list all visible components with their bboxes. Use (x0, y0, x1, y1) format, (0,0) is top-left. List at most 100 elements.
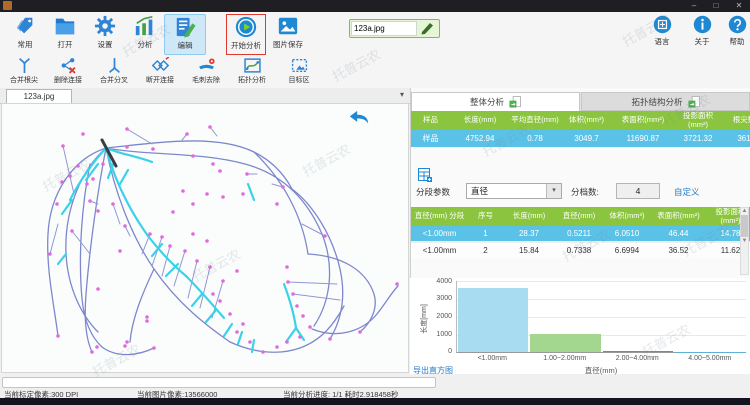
segment-row-selected[interactable]: <1.00mm1 28.370.5211 6.051046.44 14.78 (411, 226, 750, 242)
language-button[interactable]: 语言 (645, 14, 679, 53)
folder-icon (54, 15, 76, 37)
target-area-icon (291, 57, 308, 74)
rename-pencil-icon[interactable] (420, 21, 436, 34)
chart-bars (457, 281, 746, 352)
root-image-viewport[interactable] (1, 103, 409, 373)
language-icon (653, 15, 672, 34)
burr-removal-button[interactable]: 毛刺去除 (184, 56, 228, 87)
app-window: – □ ✕ 常用 打开 设置 分析 编辑 开始分析 (0, 0, 750, 405)
bar-2-4mm[interactable] (603, 351, 673, 352)
analysis-button[interactable]: 分析 (125, 14, 165, 53)
about-label: 关于 (695, 36, 710, 47)
bar-1-2mm[interactable] (530, 334, 600, 352)
topology-label: 拓扑分析 (238, 75, 266, 85)
gear-icon (94, 15, 116, 37)
segment-row[interactable]: <1.00mm2 15.840.7338 6.699436.52 11.62 (411, 242, 750, 258)
tab-dropdown-icon[interactable]: ▾ (400, 90, 404, 99)
segment-type-select[interactable]: 直径 ▾ (466, 183, 562, 199)
merge-root-tips-button[interactable]: 合并根尖 (2, 56, 46, 87)
segments-scrollbar[interactable]: ▲ ▼ (740, 207, 749, 275)
chevron-down-icon: ▾ (546, 184, 561, 198)
ytick: 4000 (422, 278, 452, 285)
open-button[interactable]: 打开 (45, 14, 85, 53)
segmentation-params: 分段参数 直径 ▾ 分档数: 自定义 (416, 186, 746, 204)
image-tab-bar: 123a.jpg ▾ (0, 88, 410, 104)
filename-input[interactable] (351, 21, 417, 36)
edit-tools-toolbar: 合并根尖 删除连接 合并分叉 断开连接 毛刺去除 拓扑分析 目标区 (0, 55, 750, 89)
help-label: 帮助 (730, 36, 745, 47)
segments-table: 直径(mm) 分段 序号 长度(mm) 直径(mm) 体积(mm³) 表面积(m… (411, 207, 750, 258)
params-label: 分段参数 (416, 187, 450, 197)
taskbar-strip (0, 398, 750, 405)
scroll-down-icon[interactable]: ▼ (742, 238, 748, 244)
common-button[interactable]: 常用 (5, 14, 45, 53)
scroll-up-icon[interactable]: ▲ (742, 208, 748, 214)
info-icon (693, 15, 712, 34)
scrollbar-thumb[interactable] (741, 215, 748, 237)
help-button[interactable]: 帮助 (722, 14, 750, 53)
root-trace-image (2, 104, 408, 372)
app-icon (3, 1, 12, 10)
settings-button[interactable]: 设置 (85, 14, 125, 53)
close-button[interactable]: ✕ (731, 0, 747, 11)
summary-header-row: 样品 长度(mm) 平均直径(mm) 体积(mm³) 表面积(mm²) 投影面积… (411, 111, 750, 130)
tab-overall-label: 整体分析 (470, 96, 504, 108)
start-analysis-label: 开始分析 (231, 40, 261, 51)
summary-data-row[interactable]: 样品4752.94 0.783049.7 11690.873721.32 361 (411, 130, 750, 147)
common-label: 常用 (18, 39, 33, 50)
status-bar: 当前标定像素:300 DPI 当前图片像素:13566000 当前分析进度: 1… (0, 389, 750, 398)
tab-overall-analysis[interactable]: 整体分析 (411, 92, 580, 111)
maximize-button[interactable]: □ (708, 0, 724, 11)
histogram-chart: 长度[mm] 4000 3000 2000 1000 0 <1.00mm1.00… (410, 278, 750, 374)
merge-tips-label: 合并根尖 (10, 75, 38, 85)
target-area-button[interactable]: 目标区 (277, 56, 321, 87)
question-icon (728, 15, 747, 34)
delete-connection-button[interactable]: 删除连接 (46, 56, 90, 87)
save-image-label: 图片保存 (273, 39, 303, 50)
merge-fork-label: 合并分叉 (100, 75, 128, 85)
merge-fork-button[interactable]: 合并分叉 (92, 56, 136, 87)
delete-connection-label: 删除连接 (54, 75, 82, 85)
bin-count-input[interactable] (616, 183, 660, 199)
merge-tips-icon (16, 57, 33, 74)
export-doc-icon (509, 96, 521, 108)
break-connection-button[interactable]: 断开连接 (138, 56, 182, 87)
segment-type-value: 直径 (471, 186, 488, 196)
start-analysis-button[interactable]: 开始分析 (226, 14, 266, 55)
chart-plot-area (456, 281, 746, 353)
ytick: 1000 (422, 331, 452, 338)
save-image-button[interactable]: 图片保存 (268, 14, 308, 53)
burr-removal-label: 毛刺去除 (192, 75, 220, 85)
horizontal-scrollbar[interactable] (2, 377, 436, 388)
analysis-label: 分析 (138, 39, 153, 50)
customize-link[interactable]: 自定义 (674, 186, 700, 198)
image-tab[interactable]: 123a.jpg (6, 89, 72, 104)
export-doc-icon (688, 96, 700, 108)
break-connection-label: 断开连接 (146, 75, 174, 85)
export-table-icon[interactable] (418, 168, 432, 182)
export-histogram-link[interactable]: 导出直方图 (413, 365, 453, 376)
edit-document-icon (174, 16, 196, 38)
open-label: 打开 (58, 39, 73, 50)
analysis-tabs: 整体分析 拓扑结构分析 (411, 92, 750, 111)
settings-label: 设置 (98, 39, 113, 50)
ytick: 2000 (422, 313, 452, 320)
merge-fork-icon (106, 57, 123, 74)
delete-connection-icon (60, 57, 77, 74)
ytick: 3000 (422, 295, 452, 302)
topology-icon (244, 57, 261, 74)
summary-table: 样品 长度(mm) 平均直径(mm) 体积(mm³) 表面积(mm²) 投影面积… (411, 111, 750, 147)
segments-header-row: 直径(mm) 分段 序号 长度(mm) 直径(mm) 体积(mm³) 表面积(m… (411, 207, 750, 226)
topology-analysis-button[interactable]: 拓扑分析 (230, 56, 274, 87)
language-label: 语言 (655, 36, 670, 47)
target-area-label: 目标区 (289, 75, 310, 85)
minimize-button[interactable]: – (686, 0, 702, 11)
burr-removal-icon (198, 57, 215, 74)
tab-topology-label: 拓扑结构分析 (631, 96, 682, 108)
edit-button[interactable]: 编辑 (164, 14, 206, 55)
tab-topology-analysis[interactable]: 拓扑结构分析 (581, 92, 750, 111)
chart-xlabel: 直径(mm) (456, 365, 746, 376)
play-circle-icon (235, 16, 257, 38)
bar-lt-1mm[interactable] (458, 288, 528, 352)
about-button[interactable]: 关于 (685, 14, 719, 53)
